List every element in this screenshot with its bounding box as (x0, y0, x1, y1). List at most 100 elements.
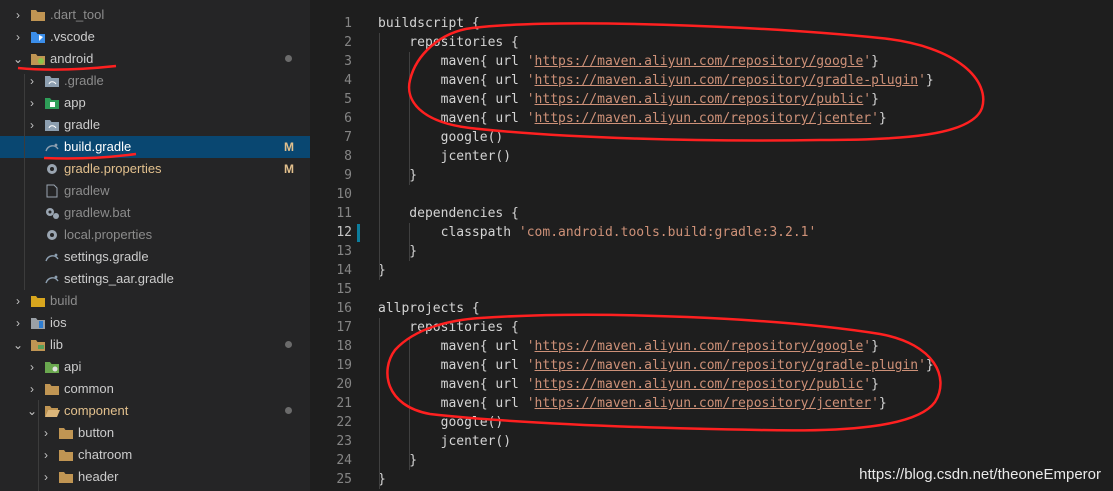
chevron-right-icon[interactable]: › (12, 312, 24, 334)
chevron-right-icon[interactable]: › (12, 26, 24, 48)
code-line[interactable]: 19 maven{ url 'https://maven.aliyun.com/… (310, 356, 1113, 375)
code-text: classpath 'com.android.tools.build:gradl… (378, 225, 817, 240)
tree-item-gradle-properties[interactable]: gradle.properties M (0, 158, 310, 180)
tree-item-gradlew-bat[interactable]: gradlew.bat (0, 202, 310, 224)
line-number: 3 (344, 54, 352, 69)
line-number: 25 (336, 472, 352, 487)
tree-item-label: app (64, 95, 86, 110)
line-number: 15 (336, 282, 352, 297)
code-line[interactable]: 9 } (310, 166, 1113, 185)
tree-item-api[interactable]: › api (0, 356, 310, 378)
code-text: maven{ url 'https://maven.aliyun.com/rep… (378, 377, 879, 392)
code-text: } (378, 244, 418, 259)
code-line[interactable]: 5 maven{ url 'https://maven.aliyun.com/r… (310, 90, 1113, 109)
chevron-down-icon[interactable]: ⌄ (12, 334, 24, 356)
android-folder-icon (30, 52, 46, 66)
chevron-down-icon[interactable]: ⌄ (26, 400, 38, 422)
tree-item-build[interactable]: › build (0, 290, 310, 312)
tree-item-gradle[interactable]: › .gradle (0, 70, 310, 92)
code-line[interactable]: 6 maven{ url 'https://maven.aliyun.com/r… (310, 109, 1113, 128)
tree-item-header[interactable]: › header (0, 466, 310, 488)
code-line[interactable]: 8 jcenter() (310, 147, 1113, 166)
code-text: maven{ url 'https://maven.aliyun.com/rep… (378, 396, 887, 411)
code-line[interactable]: 11 dependencies { (310, 204, 1113, 223)
code-line[interactable]: 14} (310, 261, 1113, 280)
tree-item-label: chatroom (78, 447, 133, 462)
tree-item-vscode[interactable]: › .vscode (0, 26, 310, 48)
code-text: repositories { (378, 320, 519, 335)
chevron-right-icon[interactable]: › (40, 444, 52, 466)
line-number: 6 (344, 111, 352, 126)
code-line[interactable]: 7 google() (310, 128, 1113, 147)
code-line[interactable]: 2 repositories { (310, 33, 1113, 52)
code-line[interactable]: 21 maven{ url 'https://maven.aliyun.com/… (310, 394, 1113, 413)
code-line[interactable]: 12 classpath 'com.android.tools.build:gr… (310, 223, 1113, 242)
tree-item-label: settings_aar.gradle (64, 271, 174, 286)
folder-icon (58, 426, 74, 440)
line-number: 19 (336, 358, 352, 373)
ios-folder-icon (30, 316, 46, 330)
tree-item-ios[interactable]: › ios (0, 312, 310, 334)
code-line[interactable]: 13 } (310, 242, 1113, 261)
open-folder-icon (44, 404, 60, 418)
code-editor[interactable]: 1 buildscript {2 repositories {3 maven{ u… (310, 0, 1113, 491)
chevron-right-icon[interactable]: › (26, 70, 38, 92)
code-text: dependencies { (378, 206, 519, 221)
tree-item-common[interactable]: › common (0, 378, 310, 400)
tree-item-label: gradlew (64, 183, 110, 198)
tree-item-settings-aar-gradle[interactable]: settings_aar.gradle (0, 268, 310, 290)
code-line[interactable]: 10 (310, 185, 1113, 204)
tree-item-label: lib (50, 337, 64, 352)
tree-item-android[interactable]: ⌄ android (0, 48, 310, 70)
code-line[interactable]: 17 repositories { (310, 318, 1113, 337)
tree-item-label: .gradle (64, 73, 104, 88)
modified-dot-icon (285, 55, 292, 62)
code-line[interactable]: 4 maven{ url 'https://maven.aliyun.com/r… (310, 71, 1113, 90)
chevron-right-icon[interactable]: › (26, 114, 38, 136)
indent-guide (409, 337, 410, 470)
code-line[interactable]: 20 maven{ url 'https://maven.aliyun.com/… (310, 375, 1113, 394)
code-line[interactable]: 3 maven{ url 'https://maven.aliyun.com/r… (310, 52, 1113, 71)
tree-item-component[interactable]: ⌄ component (0, 400, 310, 422)
line-number: 10 (336, 187, 352, 202)
tree-item-label: gradle (64, 117, 101, 132)
line-number: 11 (336, 206, 352, 221)
code-text: buildscript { (378, 16, 480, 31)
line-number: 20 (336, 377, 352, 392)
tree-item-gradle[interactable]: › gradle (0, 114, 310, 136)
code-line[interactable]: 1 buildscript { (310, 14, 1113, 33)
tree-item-local-properties[interactable]: local.properties (0, 224, 310, 246)
tree-item-label: build (50, 293, 78, 308)
chevron-right-icon[interactable]: › (40, 422, 52, 444)
tree-item-gradlew[interactable]: gradlew (0, 180, 310, 202)
tree-item-label: settings.gradle (64, 249, 149, 264)
modified-dot-icon (285, 407, 292, 414)
tree-item-settings-gradle[interactable]: settings.gradle (0, 246, 310, 268)
chevron-right-icon[interactable]: › (40, 466, 52, 488)
tree-item-lib[interactable]: ⌄ lib (0, 334, 310, 356)
line-number: 14 (336, 263, 352, 278)
chevron-right-icon[interactable]: › (26, 356, 38, 378)
code-line[interactable]: 18 maven{ url 'https://maven.aliyun.com/… (310, 337, 1113, 356)
vscode-folder-icon (30, 30, 46, 44)
gradle-file-icon (44, 272, 60, 286)
code-text: maven{ url 'https://maven.aliyun.com/rep… (378, 358, 934, 373)
code-text: google() (378, 130, 504, 145)
chevron-down-icon[interactable]: ⌄ (12, 48, 24, 70)
tree-item-button[interactable]: › button (0, 422, 310, 444)
line-number: 17 (336, 320, 352, 335)
tree-item-dart-tool[interactable]: › .dart_tool (0, 4, 310, 26)
code-text: maven{ url 'https://maven.aliyun.com/rep… (378, 54, 879, 69)
code-line[interactable]: 16 allprojects { (310, 299, 1113, 318)
chevron-right-icon[interactable]: › (26, 92, 38, 114)
chevron-right-icon[interactable]: › (26, 378, 38, 400)
code-line[interactable]: 23 jcenter() (310, 432, 1113, 451)
tree-item-app[interactable]: › app (0, 92, 310, 114)
tree-item-chatroom[interactable]: › chatroom (0, 444, 310, 466)
code-line[interactable]: 22 google() (310, 413, 1113, 432)
code-line[interactable]: 15 (310, 280, 1113, 299)
file-explorer: › .dart_tool › .vscode ⌄ android › .gradle › app ›… (0, 0, 310, 491)
chevron-right-icon[interactable]: › (12, 290, 24, 312)
chevron-right-icon[interactable]: › (12, 4, 24, 26)
tree-item-build-gradle[interactable]: build.gradle M (0, 136, 310, 158)
